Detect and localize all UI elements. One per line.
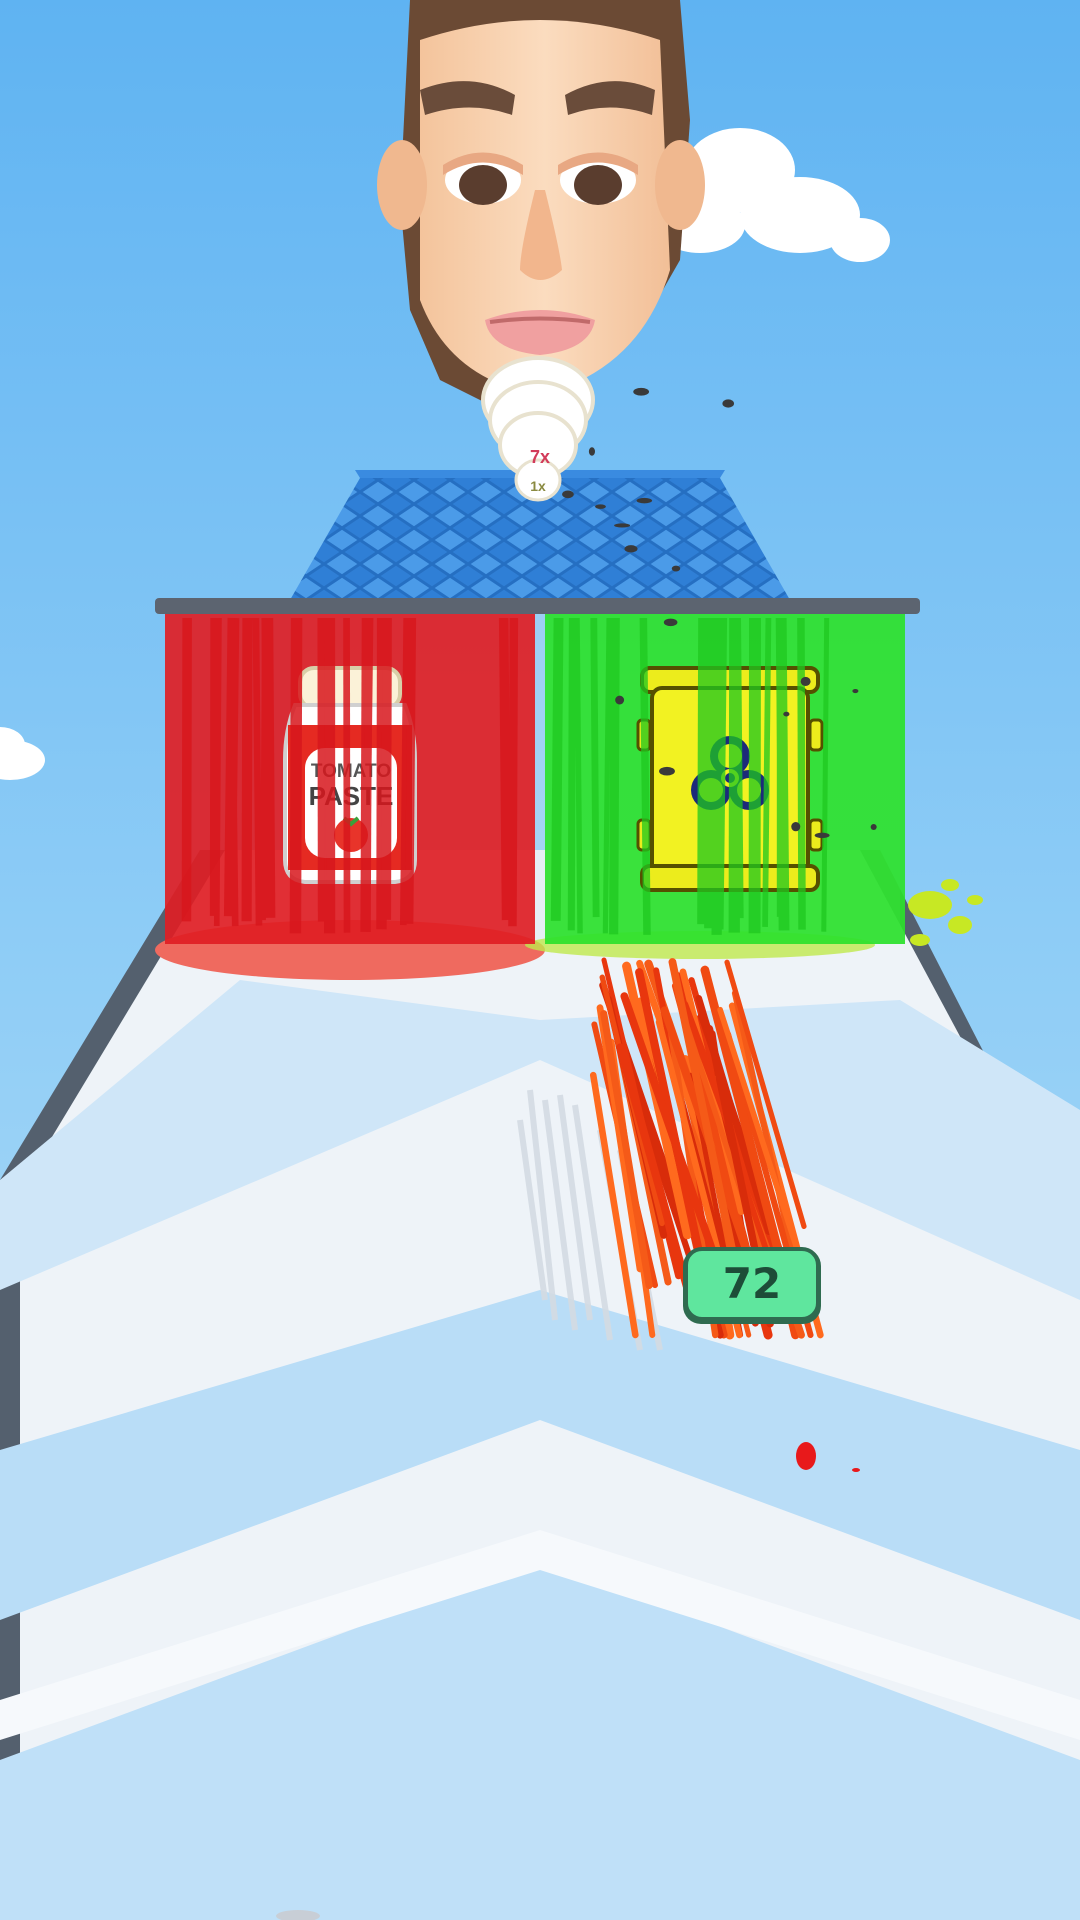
debris-fleck bbox=[562, 490, 574, 499]
debris-fleck bbox=[870, 824, 877, 830]
red-noodle-strand bbox=[404, 617, 417, 924]
debris-fleck bbox=[588, 447, 596, 456]
red-noodle-strand bbox=[508, 617, 519, 927]
green-noodle-strand bbox=[550, 617, 564, 921]
green-noodle-strand bbox=[590, 617, 600, 918]
gate-frame-bar bbox=[155, 598, 920, 614]
debris-fleck bbox=[615, 695, 625, 705]
red-noodle-strand bbox=[362, 617, 374, 929]
green-noodle-strand bbox=[697, 617, 710, 925]
game-scene[interactable]: 7x 1x TOMATO PASTE 72 bbox=[0, 0, 1080, 1920]
green-noodle-strand bbox=[567, 617, 576, 931]
plate-multiplier-bottom: 1x bbox=[530, 478, 546, 494]
red-noodle-strand bbox=[252, 617, 263, 926]
red-noodle-strand bbox=[498, 617, 512, 921]
debris-fleck bbox=[624, 545, 638, 553]
red-noodle-strand bbox=[213, 617, 222, 927]
debris-fleck bbox=[663, 618, 678, 627]
red-noodle-strand bbox=[323, 617, 335, 927]
debris-fleck bbox=[814, 832, 830, 839]
red-noodle-strand bbox=[241, 617, 253, 922]
green-noodle-strand bbox=[797, 617, 806, 930]
noodle-count: 72 bbox=[723, 1259, 781, 1308]
debris-fleck bbox=[614, 523, 631, 528]
red-noodle-strand bbox=[289, 617, 303, 934]
debris-fleck bbox=[852, 688, 859, 694]
red-noodle-strand bbox=[181, 617, 192, 922]
green-noodle-strand bbox=[609, 617, 620, 935]
runway-track bbox=[0, 850, 1080, 1920]
debris-fleck bbox=[671, 565, 681, 572]
debris-fleck bbox=[783, 711, 790, 717]
debris-fleck bbox=[595, 504, 606, 509]
debris-fleck bbox=[659, 766, 675, 776]
red-noodle-strand bbox=[261, 617, 276, 918]
debris-fleck bbox=[722, 399, 735, 408]
green-noodle-strand bbox=[821, 617, 830, 932]
debris-fleck bbox=[633, 387, 650, 396]
green-noodle-strand bbox=[639, 617, 651, 935]
green-noodle-strand bbox=[762, 617, 772, 927]
green-noodle-strand bbox=[711, 617, 723, 935]
green-noodle-strand bbox=[574, 617, 583, 934]
debris-fleck bbox=[791, 822, 801, 832]
noodle-count-badge: 72 bbox=[683, 1247, 821, 1324]
game-canvas[interactable]: 7x 1x TOMATO PASTE 72 bbox=[0, 0, 1080, 1920]
plate-multiplier-top: 7x bbox=[530, 447, 550, 467]
debris-fleck bbox=[800, 676, 811, 686]
red-noodle-strand bbox=[228, 617, 239, 927]
green-noodle-strand bbox=[728, 617, 741, 933]
red-noodle-strand bbox=[381, 617, 392, 920]
debris-fleck bbox=[636, 497, 653, 504]
